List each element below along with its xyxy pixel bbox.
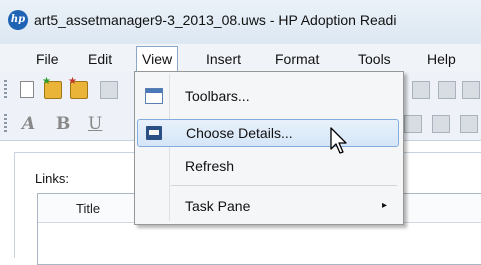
link-icon[interactable] (460, 115, 478, 133)
menu-item-label: Toolbars... (185, 88, 250, 104)
window-title: art5_assetmanager9-3_2013_08.uws - HP Ad… (34, 12, 397, 28)
menu-item-label: Choose Details... (186, 125, 293, 141)
menu-help[interactable]: Help (422, 49, 461, 69)
menu-item-choose-details[interactable]: Choose Details... (137, 119, 399, 147)
toolbar-grip[interactable] (4, 80, 7, 98)
open-folder-icon[interactable]: ★ (42, 76, 62, 99)
indent-icon[interactable] (432, 115, 450, 133)
paste-special-icon[interactable] (462, 81, 480, 99)
menu-view[interactable]: View (136, 46, 179, 73)
font-color-button[interactable]: A (22, 114, 35, 134)
bold-button[interactable]: B (56, 114, 70, 134)
menu-item-label: Task Pane (185, 198, 251, 214)
menu-file[interactable]: File (31, 49, 64, 69)
open-recent-folder-icon[interactable]: ★ (68, 76, 88, 99)
menu-item-task-pane[interactable]: Task Pane ▸ (137, 192, 399, 220)
view-menu-dropdown: Toolbars... Choose Details... Refresh Ta… (134, 71, 404, 225)
underline-button[interactable]: U (88, 114, 102, 134)
toolbars-icon (145, 88, 163, 104)
copy-icon[interactable] (412, 81, 430, 99)
column-header-title[interactable]: Title (76, 201, 100, 216)
submenu-arrow-icon: ▸ (381, 200, 387, 211)
menu-format[interactable]: Format (270, 49, 324, 69)
links-label: Links: (35, 171, 69, 186)
new-document-icon[interactable] (20, 81, 34, 98)
hp-logo-icon: hp (8, 10, 28, 30)
toolbar-button-icon[interactable] (100, 81, 118, 99)
menu-item-refresh[interactable]: Refresh (137, 152, 399, 180)
choose-details-icon (146, 126, 162, 140)
title-bar: hp art5_assetmanager9-3_2013_08.uws - HP… (0, 0, 481, 45)
menu-edit[interactable]: Edit (83, 49, 117, 69)
menu-item-label: Refresh (185, 158, 235, 174)
menu-insert[interactable]: Insert (201, 49, 246, 69)
paste-icon[interactable] (438, 81, 456, 99)
mouse-pointer-icon (330, 127, 347, 154)
menu-separator (171, 185, 397, 186)
menu-tools[interactable]: Tools (353, 49, 396, 69)
align-icon[interactable] (404, 115, 422, 133)
menu-item-toolbars[interactable]: Toolbars... (137, 82, 399, 110)
toolbar-grip-2[interactable] (4, 114, 7, 132)
menu-bar: File Edit View Insert Format Tools Help (0, 44, 481, 73)
